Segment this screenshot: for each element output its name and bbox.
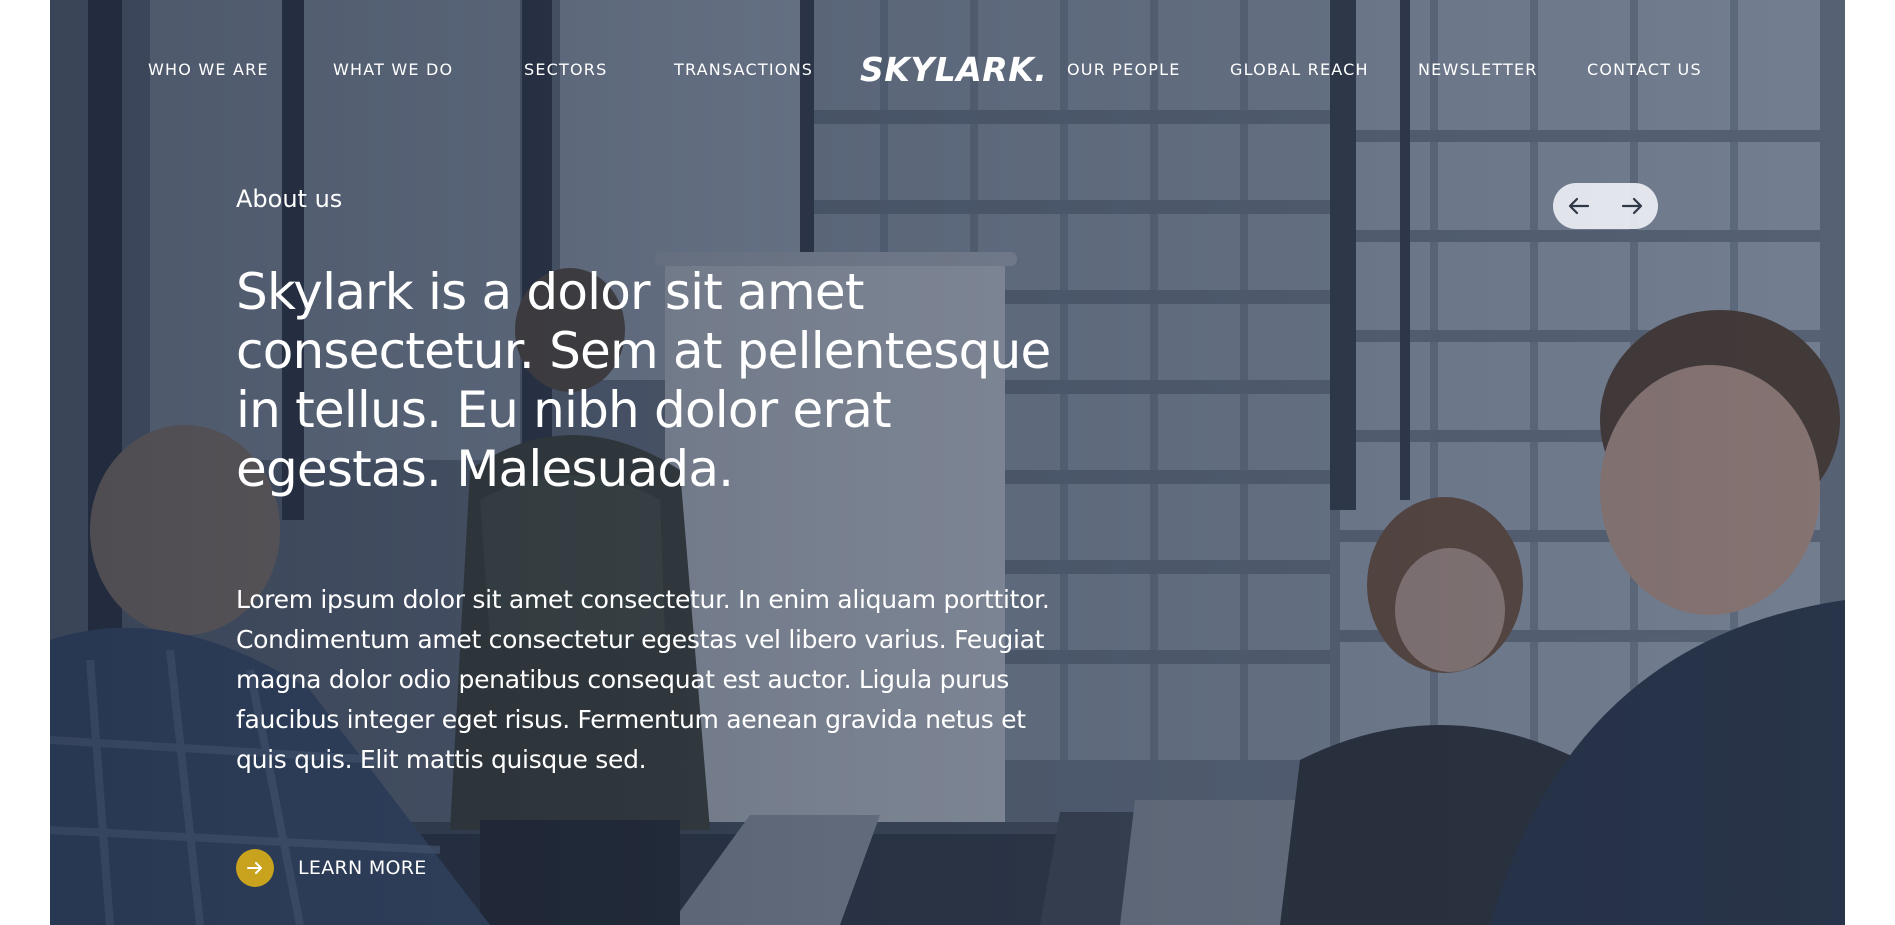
- learn-more-label: LEARN MORE: [298, 857, 427, 879]
- hero-section: WHO WE ARE WHAT WE DO SECTORS TRANSACTIO…: [50, 0, 1845, 925]
- nav-item-contact-us[interactable]: CONTACT US: [1587, 60, 1702, 79]
- nav-item-what-we-do[interactable]: WHAT WE DO: [333, 60, 453, 79]
- nav-item-transactions[interactable]: TRANSACTIONS: [674, 60, 813, 79]
- nav-item-global-reach[interactable]: GLOBAL REACH: [1230, 60, 1369, 79]
- skylark-logo[interactable]: SKYLARK.: [860, 50, 1047, 89]
- slider-next-button[interactable]: [1606, 183, 1658, 229]
- slider-prev-button[interactable]: [1553, 183, 1605, 229]
- nav-item-newsletter[interactable]: NEWSLETTER: [1418, 60, 1538, 79]
- arrow-right-icon: [247, 862, 262, 874]
- nav-item-sectors[interactable]: SECTORS: [524, 60, 607, 79]
- learn-more-button[interactable]: LEARN MORE: [236, 849, 427, 887]
- hero-headline: Skylark is a dolor sit amet consectetur.…: [236, 263, 1051, 498]
- arrow-left-icon: [1568, 197, 1590, 215]
- cta-icon-circle: [236, 849, 274, 887]
- section-eyebrow: About us: [236, 185, 343, 213]
- slider-controls: [1553, 183, 1658, 229]
- page: WHO WE ARE WHAT WE DO SECTORS TRANSACTIO…: [0, 0, 1895, 925]
- hero-body-text: Lorem ipsum dolor sit amet consectetur. …: [236, 585, 1050, 774]
- nav-item-who-we-are[interactable]: WHO WE ARE: [148, 60, 269, 79]
- arrow-right-icon: [1621, 197, 1643, 215]
- main-navigation: WHO WE ARE WHAT WE DO SECTORS TRANSACTIO…: [50, 0, 1845, 140]
- nav-item-our-people[interactable]: OUR PEOPLE: [1067, 60, 1181, 79]
